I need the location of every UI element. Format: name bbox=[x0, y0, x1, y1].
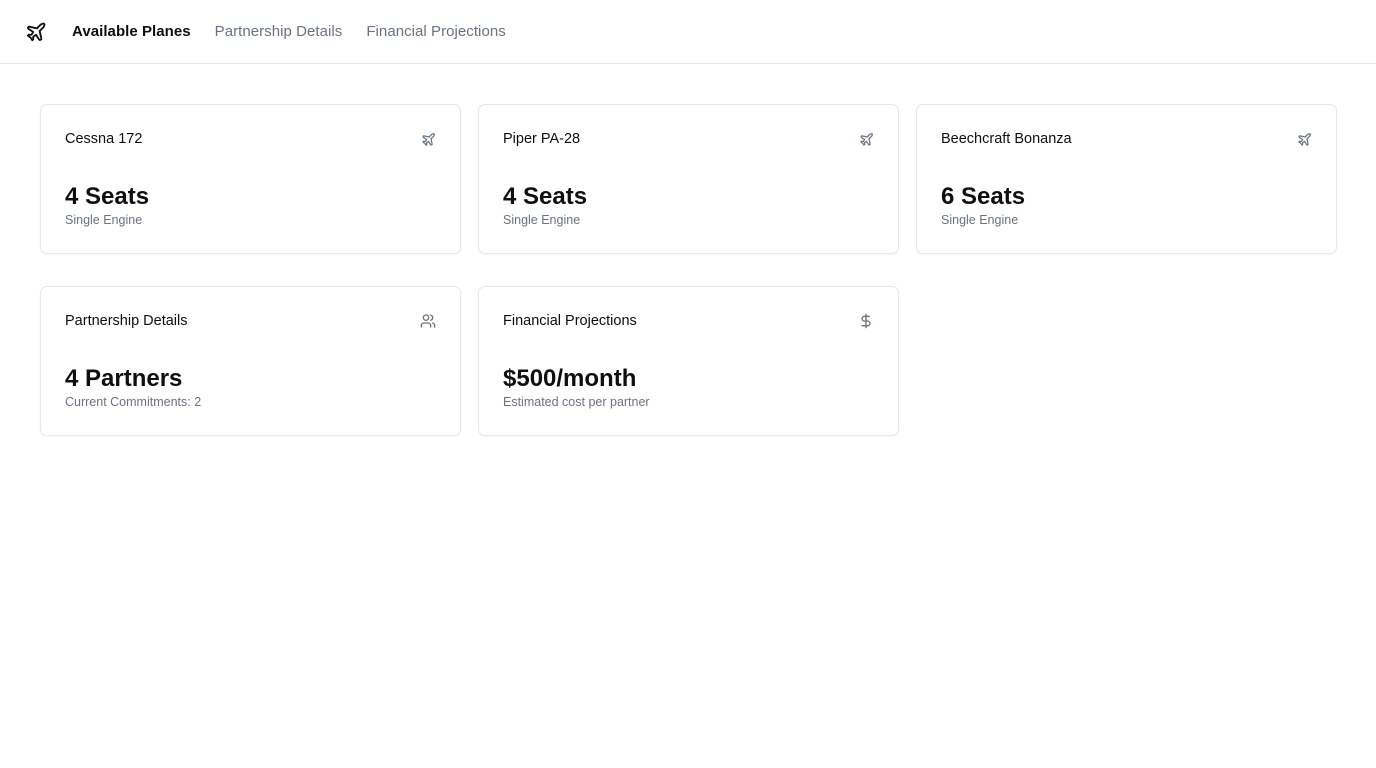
engine-type: Single Engine bbox=[503, 213, 581, 227]
seat-count: 6 Seats bbox=[941, 183, 1026, 210]
card-title: Beechcraft Bonanza bbox=[941, 131, 1072, 147]
nav-partnership-details[interactable]: Partnership Details bbox=[215, 23, 343, 40]
partnership-details-card[interactable]: Partnership Details 4 Partners Current C… bbox=[40, 286, 461, 436]
nav-financial-projections[interactable]: Financial Projections bbox=[366, 23, 505, 40]
monthly-cost: $500/month bbox=[503, 365, 637, 392]
plane-icon bbox=[858, 131, 874, 147]
engine-type: Single Engine bbox=[65, 213, 143, 227]
seat-count: 4 Seats bbox=[65, 183, 150, 210]
users-icon bbox=[420, 313, 436, 329]
current-commitments: Current Commitments: 2 bbox=[65, 395, 202, 409]
engine-type: Single Engine bbox=[941, 213, 1019, 227]
plane-icon[interactable] bbox=[24, 20, 48, 44]
top-navigation: Available Planes Partnership Details Fin… bbox=[0, 0, 1376, 64]
card-title: Partnership Details bbox=[65, 313, 188, 329]
cost-description: Estimated cost per partner bbox=[503, 395, 650, 409]
financial-projections-card[interactable]: Financial Projections $500/month Estimat… bbox=[478, 286, 899, 436]
plane-card-beechcraft-bonanza[interactable]: Beechcraft Bonanza 6 Seats Single Engine bbox=[916, 104, 1337, 254]
card-title: Financial Projections bbox=[503, 313, 637, 329]
partner-count: 4 Partners bbox=[65, 365, 183, 392]
plane-card-piper-pa-28[interactable]: Piper PA-28 4 Seats Single Engine bbox=[478, 104, 899, 254]
plane-icon bbox=[420, 131, 436, 147]
card-title: Cessna 172 bbox=[65, 131, 143, 147]
main-nav: Available Planes Partnership Details Fin… bbox=[72, 23, 506, 40]
plane-icon bbox=[1296, 131, 1312, 147]
nav-available-planes[interactable]: Available Planes bbox=[72, 23, 191, 40]
seat-count: 4 Seats bbox=[503, 183, 588, 210]
dollar-icon bbox=[858, 313, 874, 329]
dashboard-grid: Cessna 172 4 Seats Single Engine Piper P… bbox=[40, 104, 1337, 436]
card-title: Piper PA-28 bbox=[503, 131, 581, 147]
plane-card-cessna-172[interactable]: Cessna 172 4 Seats Single Engine bbox=[40, 104, 461, 254]
